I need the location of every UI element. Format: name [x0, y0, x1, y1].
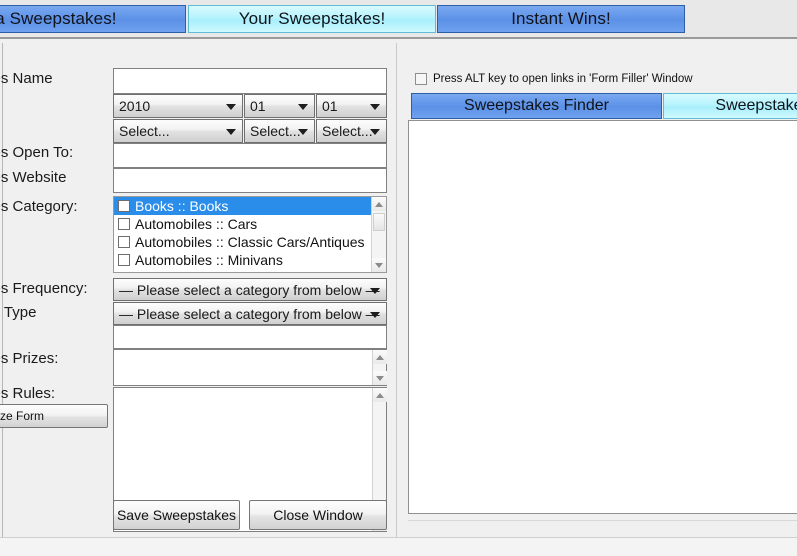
label-open-to: stakes Open To: — [0, 144, 74, 161]
value-usd-input[interactable] — [113, 325, 387, 349]
close-window-button[interactable]: Close Window — [249, 500, 387, 530]
tab-label: Sweepstakes Finder — [464, 97, 609, 114]
arrow-down-icon — [376, 375, 384, 381]
sweepstakes-frequency-select[interactable]: — Please select a category from below — — [113, 278, 387, 301]
start-date-day-value: 01 — [322, 98, 338, 114]
end-date-day-value: Select... — [322, 123, 373, 139]
sweepstakes-open-to-input[interactable] — [113, 143, 387, 168]
scroll-down-button[interactable] — [372, 258, 386, 272]
category-list-item[interactable]: Automobiles :: Cars — [114, 215, 386, 233]
label-sweepstakes-name: stakes Name — [0, 70, 53, 87]
scroll-up-button[interactable] — [372, 197, 386, 211]
start-date-year-select[interactable]: 2010 — [113, 94, 243, 118]
submission-type-value: — Please select a category from below — — [119, 305, 380, 322]
start-date-month-select[interactable]: 01 — [244, 94, 315, 118]
tab-instant-wins[interactable]: Instant Wins! — [437, 5, 685, 33]
sweepstakes-name-input[interactable] — [113, 68, 387, 94]
chevron-down-icon — [370, 311, 380, 318]
main-tab-strip: ja Sweepstakes! Your Sweepstakes! Instan… — [0, 0, 797, 39]
label-category: stakes Category: — [0, 198, 78, 215]
sweepstakes-category-listbox[interactable]: Books :: Books Automobiles :: Cars Autom… — [113, 196, 387, 273]
label-website: stakes Website — [0, 169, 67, 186]
tab-ja-sweepstakes[interactable]: ja Sweepstakes! — [0, 5, 186, 33]
category-label: Books :: Books — [135, 198, 229, 214]
category-list-item[interactable]: Books :: Books — [114, 197, 386, 215]
end-date-year-value: Select... — [119, 123, 170, 139]
tab-label: ja Sweepstakes! — [0, 9, 117, 28]
alt-key-option-row[interactable]: Press ALT key to open links in 'Form Fil… — [415, 73, 693, 85]
chevron-down-icon — [298, 129, 308, 135]
sweepstakes-website-input[interactable] — [113, 168, 387, 193]
label-frequency: stakes Frequency: — [0, 280, 88, 297]
label-rules: stakes Rules: — [0, 385, 56, 402]
frequency-value: — Please select a category from below — — [119, 281, 380, 298]
chevron-down-icon — [226, 104, 236, 110]
category-list-item[interactable]: Automobiles :: Minivans — [114, 251, 386, 269]
start-date-year-value: 2010 — [119, 98, 151, 114]
arrow-up-icon — [376, 354, 384, 360]
category-label: Automobiles :: Cars — [135, 216, 258, 232]
category-list-item[interactable]: Automobiles :: Classic Cars/Antiques — [114, 233, 386, 251]
end-date-month-select[interactable]: Select... — [244, 119, 315, 143]
tab-label: Instant Wins! — [511, 9, 611, 28]
submission-type-select[interactable]: — Please select a category from below — — [113, 302, 387, 325]
scroll-down-button[interactable] — [373, 371, 387, 385]
arrow-up-icon — [376, 392, 384, 398]
tab-label: Your Sweepstakes! — [238, 9, 386, 28]
chevron-down-icon — [370, 287, 380, 294]
close-window-label: Close Window — [273, 507, 363, 523]
tab-label: Sweepstakes — [715, 97, 797, 114]
chevron-down-icon — [370, 129, 380, 135]
alt-key-checkbox[interactable] — [415, 73, 427, 85]
arrow-up-icon — [375, 201, 383, 207]
tab-sweepstakes-finder[interactable]: Sweepstakes Finder — [411, 93, 662, 119]
analyze-form-button[interactable]: Analyze Form — [0, 404, 108, 428]
checkbox-icon[interactable] — [118, 236, 130, 248]
label-prizes: stakes Prizes: — [0, 350, 59, 367]
chevron-down-icon — [298, 104, 308, 110]
category-label: Automobiles :: Minivans — [135, 252, 283, 268]
end-date-year-select[interactable]: Select... — [113, 119, 243, 143]
sweepstakes-finder-panel: Press ALT key to open links in 'Form Fil… — [405, 43, 797, 556]
chevron-down-icon — [370, 104, 380, 110]
application-window: ja Sweepstakes! Your Sweepstakes! Instan… — [0, 0, 797, 556]
sweepstakes-form-panel: stakes Name ate: ate: stakes Open To: st… — [0, 43, 397, 537]
arrow-down-icon — [375, 262, 383, 268]
alt-key-label: Press ALT key to open links in 'Form Fil… — [433, 73, 693, 85]
chevron-down-icon — [226, 129, 236, 135]
analyze-form-label: Analyze Form — [0, 409, 45, 423]
checkbox-icon[interactable] — [118, 218, 130, 230]
sweepstakes-prizes-textarea[interactable] — [113, 349, 387, 386]
window-footer — [0, 537, 797, 556]
label-submission-type: ssion Type — [0, 304, 37, 321]
tab-your-sweepstakes[interactable]: Your Sweepstakes! — [188, 5, 436, 33]
end-date-month-value: Select... — [250, 123, 301, 139]
category-label: Automobiles :: Classic Cars/Antiques — [135, 234, 365, 250]
checkbox-icon[interactable] — [118, 200, 130, 212]
prizes-scrollbar[interactable] — [372, 350, 387, 385]
end-date-day-select[interactable]: Select... — [316, 119, 387, 143]
scrollbar-thumb[interactable] — [373, 213, 385, 231]
save-sweepstakes-button[interactable]: Save Sweepstakes — [113, 500, 240, 530]
scroll-up-button[interactable] — [373, 350, 387, 364]
tab-sweepstakes[interactable]: Sweepstakes — [663, 93, 797, 119]
save-sweepstakes-label: Save Sweepstakes — [116, 507, 237, 523]
start-date-month-value: 01 — [250, 98, 266, 114]
finder-content-area[interactable] — [408, 120, 797, 514]
category-list-scrollbar[interactable] — [371, 197, 386, 272]
start-date-day-select[interactable]: 01 — [316, 94, 387, 118]
checkbox-icon[interactable] — [118, 254, 130, 266]
scroll-up-button[interactable] — [373, 388, 387, 402]
